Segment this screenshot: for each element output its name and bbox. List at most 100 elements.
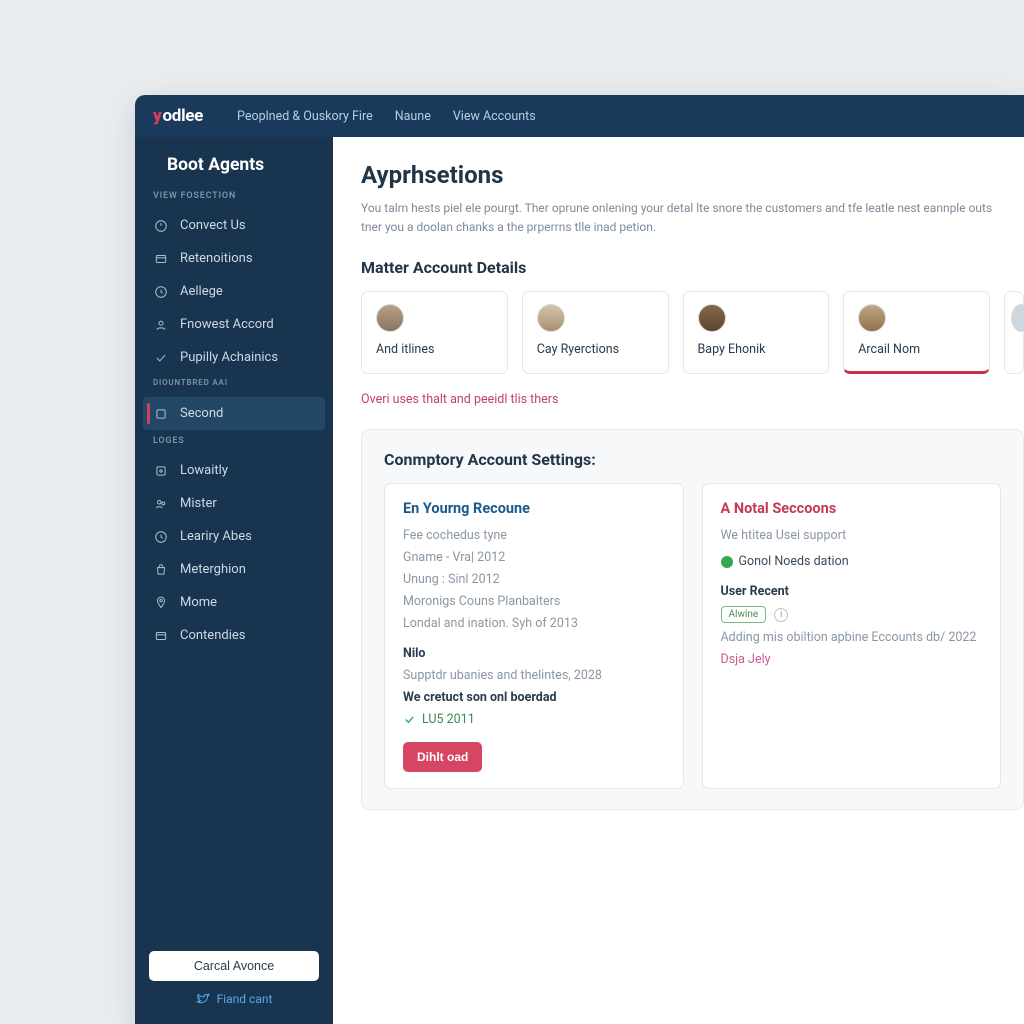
sidebar: Boot Agents VIEW FOSECTION Convect Us Re… [135, 137, 333, 1024]
sidebar-item-label: Meterghion [180, 562, 246, 577]
person-card-more[interactable] [1004, 291, 1024, 374]
avatar [698, 304, 726, 332]
status-tag[interactable]: Alwine [721, 606, 767, 623]
pink-link[interactable]: Dsja Jely [721, 652, 983, 667]
left-panel-title: En Yourng Recoune [403, 500, 665, 517]
person-cards-row: And itlines Cay Ryerctions Bapy Ehonik A… [361, 291, 1024, 374]
clock-icon [153, 284, 168, 299]
user-icon [153, 317, 168, 332]
person-card-3[interactable]: Arcail Nom [843, 291, 990, 374]
footer-link[interactable]: Fiand cant [196, 991, 273, 1006]
settings-block: Conmptory Account Settings: En Yourng Re… [361, 429, 1024, 810]
sidebar-item-retenoitions[interactable]: Retenoitions [135, 242, 333, 275]
sidebar-item-label: Pupilly Achainics [180, 350, 278, 365]
person-name: And itlines [376, 342, 493, 357]
cancel-button[interactable]: Carcal Avonce [149, 951, 319, 981]
topnav-item-1[interactable]: Naune [395, 109, 431, 124]
right-panel: A Notal Seccoons We htitea Usei support … [702, 483, 1002, 789]
topbar: yodlee Peoplned & Ouskory Fire Naune Vie… [135, 95, 1024, 137]
settings-panels: En Yourng Recoune Fee cochedus tyne Gnam… [384, 483, 1001, 789]
card-icon [153, 251, 168, 266]
avatar [537, 304, 565, 332]
sidebar-caption-1: VIEW FOSECTION [135, 187, 333, 209]
sidebar-item-fnowest[interactable]: Fnowest Accord [135, 308, 333, 341]
person-name: Cay Ryerctions [537, 342, 654, 357]
avatar [1011, 304, 1024, 332]
sidebar-item-contendies[interactable]: Contendies [135, 619, 333, 652]
bag-icon [153, 562, 168, 577]
info-icon[interactable]: i [774, 608, 788, 622]
brand-logo: yodlee [153, 106, 203, 126]
sidebar-item-label: Contendies [180, 628, 245, 643]
tag-row: Alwine i [721, 606, 983, 623]
check-line: LU5 2011 [403, 712, 665, 727]
sidebar-item-meterghion[interactable]: Meterghion [135, 553, 333, 586]
panel-sub: We htitea Usei support [721, 528, 983, 543]
avatar [858, 304, 886, 332]
status-dot-icon [721, 556, 733, 568]
sidebar-item-lowaitly[interactable]: Lowaitly [135, 454, 333, 487]
checkmark-icon [403, 713, 416, 726]
panel-line: Supptdr ubanies and thelintes, 2028 [403, 668, 665, 683]
panel-line: Adding mis obiltion apbine Eccounts db/ … [721, 630, 983, 645]
sidebar-item-label: Mome [180, 595, 217, 610]
panel-line: Fee cochedus tyne [403, 528, 665, 543]
users-icon [153, 496, 168, 511]
app-window: yodlee Peoplned & Ouskory Fire Naune Vie… [135, 95, 1024, 1024]
sidebar-item-label: Leariry Abes [180, 529, 252, 544]
top-nav: Peoplned & Ouskory Fire Naune View Accou… [237, 109, 536, 124]
settings-header: Conmptory Account Settings: [384, 450, 1001, 469]
sidebar-item-convect[interactable]: Convect Us [135, 209, 333, 242]
pin-icon [153, 595, 168, 610]
panel-line: Unung : Sinl 2012 [403, 572, 665, 587]
sidebar-caption-3: LOGES [135, 432, 333, 454]
sidebar-caption-2: Diountbred Aai [135, 374, 333, 395]
sidebar-item-label: Convect Us [180, 218, 246, 233]
sidebar-item-aellege[interactable]: Aellege [135, 275, 333, 308]
page-description: You talm hests piel ele pourgt. Ther opr… [361, 199, 1001, 236]
sidebar-item-leariry[interactable]: Leariry Abes [135, 520, 333, 553]
clock-icon [153, 529, 168, 544]
sidebar-item-mister[interactable]: Mister [135, 487, 333, 520]
panel-line: Londal and ination. Syh of 2013 [403, 616, 665, 631]
person-card-1[interactable]: Cay Ryerctions [522, 291, 669, 374]
person-name: Arcail Nom [858, 342, 975, 357]
badge-icon [153, 463, 168, 478]
topnav-item-2[interactable]: View Accounts [453, 109, 536, 124]
panel-label: User Recent [721, 584, 983, 599]
sidebar-item-label: Fnowest Accord [180, 317, 274, 332]
twitter-icon [196, 991, 211, 1006]
panel-bold-line: We cretuct son onl boerdad [403, 690, 665, 705]
sidebar-title: Boot Agents [135, 151, 333, 187]
sidebar-item-second[interactable]: Second [143, 397, 325, 430]
panel-line: Moronigs Couns Planbalters [403, 594, 665, 609]
sidebar-item-pupilly[interactable]: Pupilly Achainics [135, 341, 333, 374]
app-body: Boot Agents VIEW FOSECTION Convect Us Re… [135, 137, 1024, 1024]
topnav-item-0[interactable]: Peoplned & Ouskory Fire [237, 109, 373, 124]
person-card-0[interactable]: And itlines [361, 291, 508, 374]
helper-link[interactable]: Overi uses thalt and peeidl tlis thers [361, 392, 1024, 407]
sidebar-item-label: Aellege [180, 284, 223, 299]
sidebar-item-label: Mister [180, 496, 217, 511]
power-icon [153, 218, 168, 233]
status-line: Gonol Noeds dation [721, 554, 983, 569]
sidebar-item-label: Lowaitly [180, 463, 228, 478]
card-icon [153, 628, 168, 643]
left-panel: En Yourng Recoune Fee cochedus tyne Gnam… [384, 483, 684, 789]
avatar [376, 304, 404, 332]
primary-action-button[interactable]: Dihlt oad [403, 742, 482, 772]
square-icon [153, 406, 168, 421]
sidebar-item-mome[interactable]: Mome [135, 586, 333, 619]
person-name: Bapy Ehonik [698, 342, 815, 357]
panel-line: Gname - Vra| 2012 [403, 550, 665, 565]
sidebar-item-label: Retenoitions [180, 251, 253, 266]
person-card-2[interactable]: Bapy Ehonik [683, 291, 830, 374]
page-title: Ayprhsetions [361, 161, 1024, 189]
section-header-accounts: Matter Account Details [361, 258, 1024, 277]
check-icon [153, 350, 168, 365]
main-content: Ayprhsetions You talm hests piel ele pou… [333, 137, 1024, 1024]
panel-subheader: Nilo [403, 646, 665, 661]
right-panel-title: A Notal Seccoons [721, 500, 983, 517]
sidebar-bottom: Carcal Avonce Fiand cant [135, 937, 333, 1024]
sidebar-item-label: Second [180, 406, 223, 421]
